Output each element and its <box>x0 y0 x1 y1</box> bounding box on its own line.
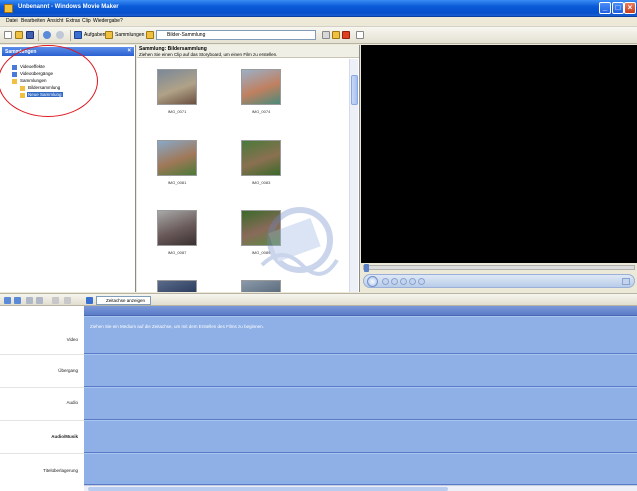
timeline: Video Übergang Audio Audio/Musik Titelüb… <box>0 306 637 491</box>
delete-icon[interactable] <box>342 31 350 39</box>
collection-subtitle: Ziehen Sie einen Clip auf das Storyboard… <box>139 52 278 57</box>
tasks-button[interactable]: Aufgaben <box>84 32 105 38</box>
collections-button[interactable]: Sammlungen <box>115 32 144 38</box>
thumbnail-2[interactable] <box>241 69 281 105</box>
thumbnail-3[interactable] <box>157 140 197 176</box>
track-divider <box>0 354 84 355</box>
zoom-in-icon[interactable] <box>4 297 11 304</box>
preview-screen <box>361 45 637 263</box>
toolbar-separator <box>38 30 39 41</box>
title-bar[interactable]: Unbenannt - Windows Movie Maker _ □ × <box>0 0 637 17</box>
track-video[interactable]: Ziehen Sie ein Medium auf die Zeitachse,… <box>84 316 637 354</box>
thumbnail-label: IMG_0083 <box>251 180 271 185</box>
window-title: Unbenannt - Windows Movie Maker <box>18 4 119 10</box>
track-divider <box>0 453 84 454</box>
storyboard-icon[interactable] <box>86 297 93 304</box>
track-label-title-overlay: Titelüberlagerung <box>43 468 78 473</box>
zoom-out-icon[interactable] <box>14 297 21 304</box>
menu-bar: Datei Bearbeiten Ansicht Extras Clip Wie… <box>0 17 637 27</box>
timeline-scroll-thumb[interactable] <box>88 487 448 491</box>
redo-icon[interactable] <box>56 31 64 39</box>
thumbnail-5[interactable] <box>157 210 197 246</box>
preview-monitor <box>361 45 637 292</box>
main-toolbar: Aufgaben Sammlungen Bilder-Sammlung <box>0 27 637 44</box>
previous-frame-button[interactable] <box>391 278 398 285</box>
fullscreen-button[interactable] <box>622 278 630 285</box>
track-label-transition: Übergang <box>58 368 78 373</box>
stop-button[interactable] <box>382 278 389 285</box>
toolbar-separator <box>70 30 71 41</box>
annotation-circle <box>0 45 98 117</box>
player-controls <box>363 274 635 288</box>
snapshot-button[interactable] <box>418 278 425 285</box>
thumbnail-label: IMG_0074 <box>251 109 271 114</box>
seek-handle[interactable] <box>364 264 369 272</box>
menu-view[interactable]: Ansicht <box>47 18 63 24</box>
track-audio-music[interactable] <box>84 420 637 453</box>
collection-scrollbar[interactable] <box>349 59 358 292</box>
track-divider <box>0 420 84 421</box>
track-label-audio-music: Audio/Musik <box>51 434 78 439</box>
save-project-icon[interactable] <box>26 31 34 39</box>
folder-icon <box>146 31 154 39</box>
track-divider <box>0 387 84 388</box>
collection-header: Sammlung: Bildersammlung Ziehen Sie eine… <box>137 45 359 58</box>
movie-maker-app-icon <box>4 4 13 13</box>
menu-tools[interactable]: Extras <box>66 18 80 24</box>
new-folder-icon[interactable] <box>332 31 340 39</box>
collections-icon[interactable] <box>105 31 113 39</box>
timeline-view-combo[interactable]: Zeitachse anzeigen <box>96 296 151 305</box>
menu-file[interactable]: Datei <box>6 18 18 24</box>
thumbnail-label: IMG_0087 <box>167 250 187 255</box>
collection-combo[interactable]: Bilder-Sammlung <box>156 30 316 40</box>
filmstrip-watermark-icon <box>260 207 339 276</box>
track-audio[interactable] <box>84 387 637 420</box>
timeline-toolbar: Zeitachse anzeigen <box>0 293 637 306</box>
track-label-video[interactable]: Video <box>67 337 78 342</box>
up-folder-icon[interactable] <box>322 31 330 39</box>
views-icon[interactable] <box>356 31 364 39</box>
narrate-icon[interactable] <box>52 297 59 304</box>
menu-clip[interactable]: Clip <box>82 18 91 24</box>
maximize-button[interactable]: □ <box>612 2 624 14</box>
track-title-overlay[interactable] <box>84 453 637 485</box>
video-track-hint: Ziehen Sie ein Medium auf die Zeitachse,… <box>90 324 264 329</box>
new-project-icon[interactable] <box>4 31 12 39</box>
time-ruler[interactable] <box>84 306 637 316</box>
play-timeline-icon[interactable] <box>36 297 43 304</box>
tree-close-button[interactable]: × <box>127 48 131 54</box>
tasks-icon[interactable] <box>74 31 82 39</box>
timeline-scrollbar[interactable] <box>84 485 637 491</box>
rewind-icon[interactable] <box>26 297 33 304</box>
close-button[interactable]: × <box>624 2 636 14</box>
minimize-button[interactable]: _ <box>599 2 611 14</box>
thumbnail-label: IMG_0081 <box>167 180 187 185</box>
thumbnail-4[interactable] <box>241 140 281 176</box>
menu-playback[interactable]: Wiedergabe <box>93 18 120 24</box>
thumbnail-label: IMG_0071 <box>167 109 187 114</box>
movie-maker-window: Unbenannt - Windows Movie Maker _ □ × Da… <box>0 0 637 491</box>
track-transition[interactable] <box>84 354 637 387</box>
track-labels: Video Übergang Audio Audio/Musik Titelüb… <box>0 316 84 491</box>
thumbnail-7[interactable] <box>157 280 197 292</box>
split-button[interactable] <box>409 278 416 285</box>
collection-scroll-thumb[interactable] <box>351 75 358 105</box>
menu-help[interactable]: ? <box>120 18 123 24</box>
seek-bar[interactable] <box>363 264 635 272</box>
next-frame-button[interactable] <box>400 278 407 285</box>
track-label-audio: Audio <box>66 400 78 405</box>
play-button[interactable] <box>367 276 378 287</box>
collection-panel: Sammlung: Bildersammlung Ziehen Sie eine… <box>137 45 360 292</box>
thumbnail-1[interactable] <box>157 69 197 105</box>
open-project-icon[interactable] <box>15 31 23 39</box>
menu-edit[interactable]: Bearbeiten <box>21 18 45 24</box>
audio-levels-icon[interactable] <box>64 297 71 304</box>
undo-icon[interactable] <box>43 31 51 39</box>
